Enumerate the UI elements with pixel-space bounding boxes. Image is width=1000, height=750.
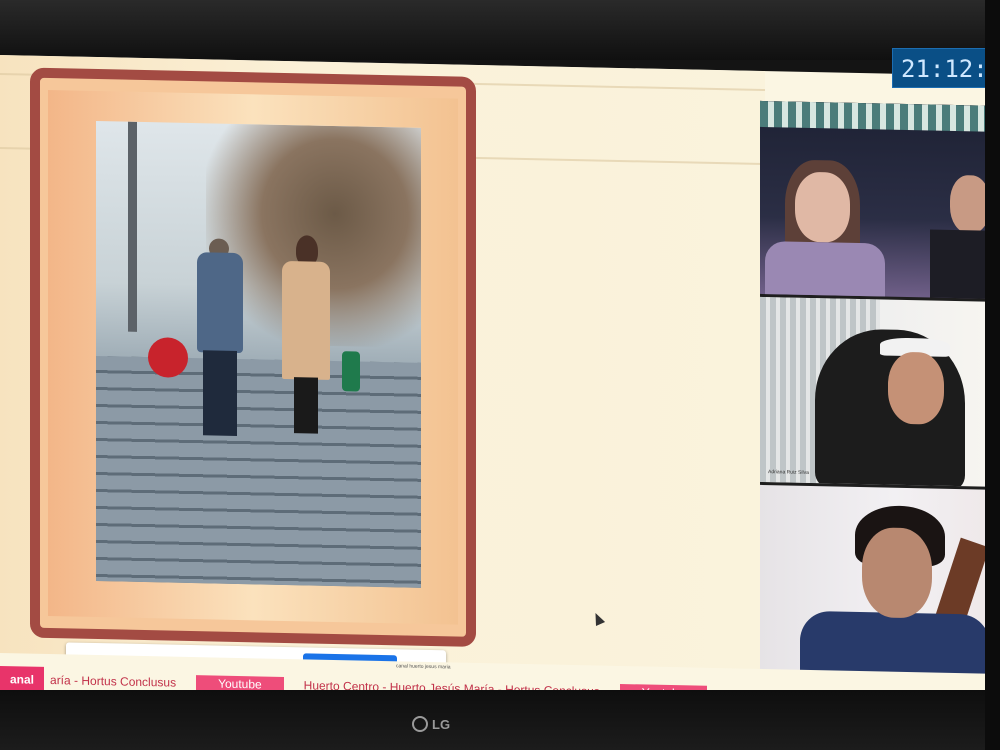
couple-photo	[96, 121, 421, 588]
slide-background	[48, 90, 458, 625]
presentation-slide	[30, 67, 476, 647]
man-figure	[191, 238, 249, 439]
participant-face	[795, 171, 850, 243]
lamp-pole	[128, 121, 137, 332]
shared-screen-area: II meet.google.com está compartiendo tu …	[0, 55, 765, 685]
curtain	[760, 100, 985, 132]
participant-face	[862, 527, 932, 619]
lg-circle-icon	[412, 716, 428, 732]
participant-tile[interactable]	[760, 484, 985, 676]
participant-name: Adriana Ruiz Silva	[768, 469, 809, 476]
ticker-channel-badge: anal	[0, 666, 45, 693]
monitor-bezel-top	[0, 0, 1000, 60]
woman-figure	[276, 235, 336, 436]
ticker-text: aría - Hortus Conclusus	[50, 673, 177, 690]
participant-tile[interactable]: Adriana Ruiz Silva	[760, 296, 985, 487]
green-bag	[342, 351, 360, 392]
participant-tiles: Adriana Ruiz Silva	[760, 100, 985, 676]
monitor-brand: LG	[432, 716, 451, 732]
monitor-bezel-right	[985, 0, 1000, 750]
ticker-small-label: canal huerto jesus maria	[396, 663, 451, 671]
participant-tile[interactable]	[760, 100, 985, 299]
lg-logo-icon: LG	[412, 712, 472, 736]
stone-steps	[96, 356, 421, 588]
participant-face	[888, 351, 944, 425]
participant-face	[950, 174, 985, 234]
monitor-bezel-bottom	[0, 690, 1000, 750]
monitor-screen: II meet.google.com está compartiendo tu …	[0, 55, 985, 716]
red-bag	[148, 337, 188, 378]
mouse-cursor-icon	[590, 611, 606, 627]
clock-overlay: 21:12:3	[892, 48, 992, 88]
